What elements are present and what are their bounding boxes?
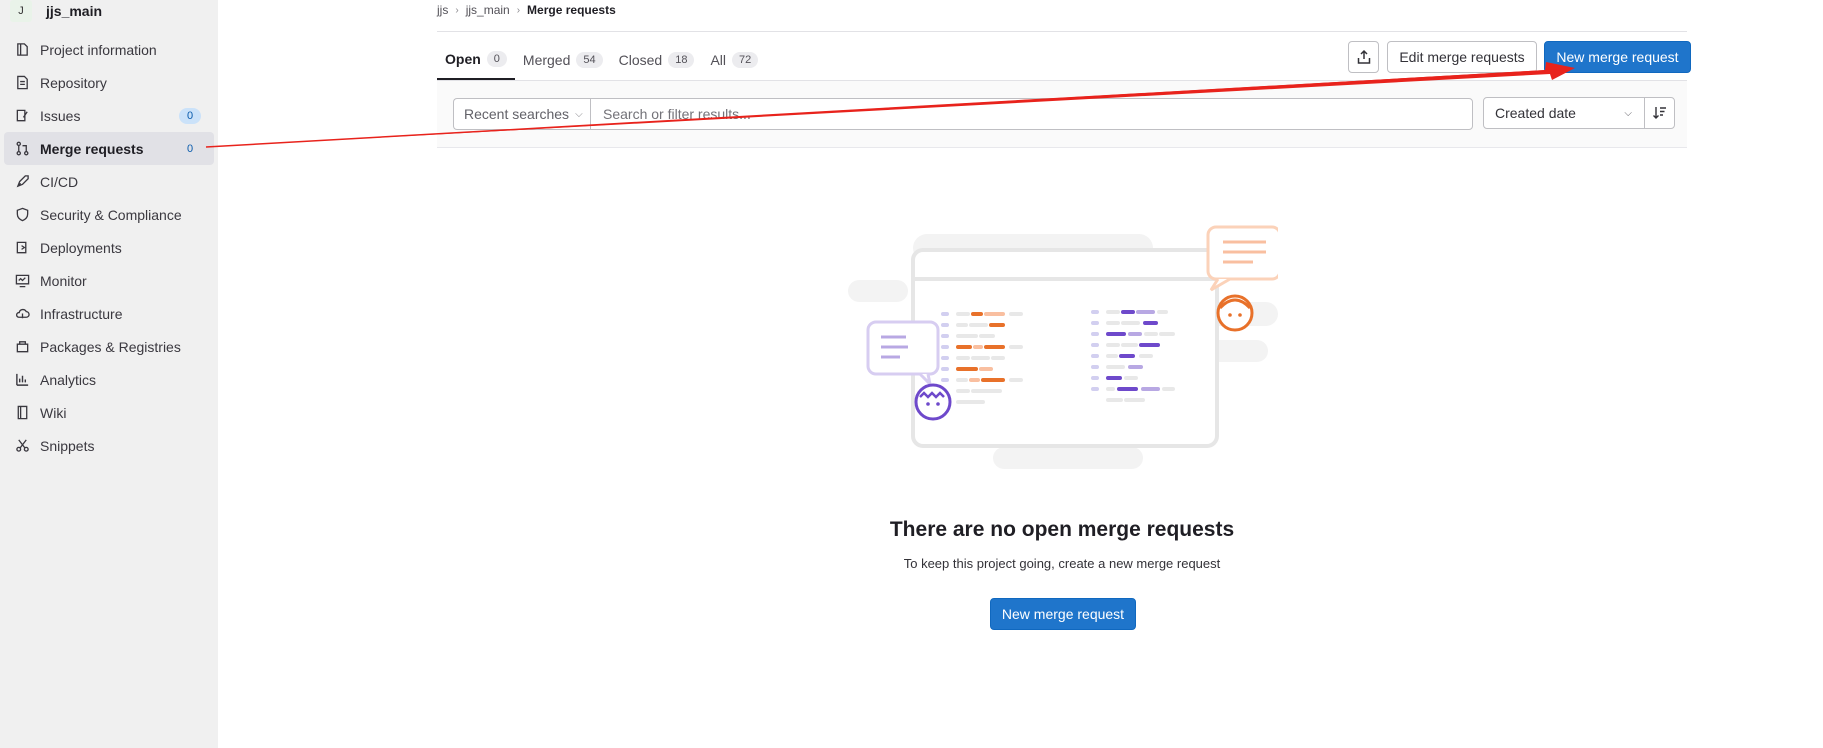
empty-state-description: To keep this project going, create a new…	[903, 556, 1221, 571]
sidebar-item-analytics[interactable]: Analytics	[4, 363, 214, 396]
search-input[interactable]: Search or filter results...	[590, 98, 1473, 130]
sidebar-item-monitor[interactable]: Monitor	[4, 264, 214, 297]
sort-dropdown[interactable]: Created date ⌵	[1483, 97, 1645, 129]
merge-request-tabs: Open 0 Merged 54 Closed 18 All 72	[437, 40, 766, 81]
sidebar-item-infrastructure[interactable]: Infrastructure	[4, 297, 214, 330]
new-merge-request-button[interactable]: New merge request	[1544, 41, 1691, 73]
sidebar-nav: Project information Repository Issues 0 …	[4, 33, 214, 462]
tab-label: Open	[445, 51, 481, 67]
sidebar-item-label: Analytics	[40, 371, 97, 388]
breadcrumb-link-group[interactable]: jjs	[437, 3, 448, 17]
project-info-icon	[14, 42, 30, 58]
sidebar-item-label: CI/CD	[40, 173, 79, 190]
sidebar-item-label: Repository	[40, 74, 107, 91]
shield-icon	[14, 207, 30, 223]
breadcrumb-current[interactable]: Merge requests	[527, 3, 616, 17]
package-icon	[14, 339, 30, 355]
tab-label: Merged	[522, 52, 571, 68]
tab-count: 54	[576, 52, 603, 68]
rocket-icon	[14, 174, 30, 190]
sort-direction-button[interactable]	[1644, 97, 1675, 129]
project-header[interactable]: J jjs_main	[10, 0, 102, 22]
project-avatar: J	[10, 0, 32, 22]
sidebar-item-packages[interactable]: Packages & Registries	[4, 330, 214, 363]
sidebar-item-snippets[interactable]: Snippets	[4, 429, 214, 462]
project-name: jjs_main	[46, 3, 103, 19]
tab-label: All	[710, 52, 727, 68]
sidebar-item-ci-cd[interactable]: CI/CD	[4, 165, 214, 198]
sidebar-item-label: Deployments	[40, 239, 122, 256]
export-button[interactable]	[1348, 41, 1379, 73]
sidebar-item-label: Issues	[40, 107, 81, 124]
sort-label: Created date	[1495, 105, 1576, 121]
book-icon	[14, 405, 30, 421]
breadcrumb: jjs › jjs_main › Merge requests	[437, 0, 616, 20]
sidebar-item-project-information[interactable]: Project information	[4, 33, 214, 66]
sidebar-item-label: Security & Compliance	[40, 206, 182, 223]
breadcrumb-link-project[interactable]: jjs_main	[466, 3, 510, 17]
repository-icon	[14, 75, 30, 91]
sidebar-item-repository[interactable]: Repository	[4, 66, 214, 99]
chevron-down-icon: ⌵	[575, 108, 583, 120]
sidebar-item-security[interactable]: Security & Compliance	[4, 198, 214, 231]
sidebar-item-label: Snippets	[40, 437, 95, 454]
sidebar-item-issues[interactable]: Issues 0	[4, 99, 214, 132]
search-placeholder: Search or filter results...	[603, 106, 751, 122]
sidebar: J jjs_main Project information Repositor…	[0, 0, 218, 748]
tab-open[interactable]: Open 0	[437, 40, 515, 80]
tab-count: 18	[668, 52, 695, 68]
sidebar-item-wiki[interactable]: Wiki	[4, 396, 214, 429]
filter-bar: Recent searches ⌵ Search or filter resul…	[437, 81, 1687, 148]
sidebar-item-merge-requests[interactable]: Merge requests 0	[4, 132, 214, 165]
recent-searches-dropdown[interactable]: Recent searches ⌵	[453, 98, 590, 130]
sidebar-item-label: Infrastructure	[40, 305, 123, 322]
divider	[437, 31, 1687, 32]
deployments-icon	[14, 240, 30, 256]
empty-state-title: There are no open merge requests	[889, 518, 1235, 541]
scissors-icon	[14, 438, 30, 454]
empty-state-new-merge-request-button[interactable]: New merge request	[990, 598, 1136, 630]
sidebar-item-label: Packages & Registries	[40, 338, 181, 355]
edit-merge-requests-button[interactable]: Edit merge requests	[1387, 41, 1537, 73]
tab-label: Closed	[618, 52, 663, 68]
recent-searches-label: Recent searches	[464, 106, 570, 122]
export-icon	[1357, 49, 1370, 64]
sidebar-item-label: Project information	[40, 41, 157, 58]
cloud-icon	[14, 306, 30, 322]
issues-icon	[14, 108, 30, 124]
sidebar-item-label: Wiki	[40, 404, 67, 421]
sidebar-item-deployments[interactable]: Deployments	[4, 231, 214, 264]
monitor-icon	[14, 273, 30, 289]
empty-state-illustration	[848, 225, 1278, 469]
chevron-right-icon: ›	[455, 4, 459, 16]
tab-all[interactable]: All 72	[702, 40, 766, 80]
merge-request-icon	[14, 141, 30, 157]
merge-requests-count-badge: 0	[186, 143, 194, 155]
chevron-down-icon: ⌵	[1624, 107, 1632, 119]
sidebar-item-label: Monitor	[40, 272, 87, 289]
tab-count: 72	[732, 52, 759, 68]
tab-merged[interactable]: Merged 54	[515, 40, 611, 80]
sidebar-item-label: Merge requests	[40, 140, 144, 157]
chevron-right-icon: ›	[516, 4, 521, 16]
chart-icon	[14, 372, 30, 388]
sort-lowest-icon	[1652, 107, 1666, 119]
issues-count-badge: 0	[179, 108, 201, 124]
tab-count: 0	[486, 51, 507, 67]
tab-closed[interactable]: Closed 18	[611, 40, 703, 80]
